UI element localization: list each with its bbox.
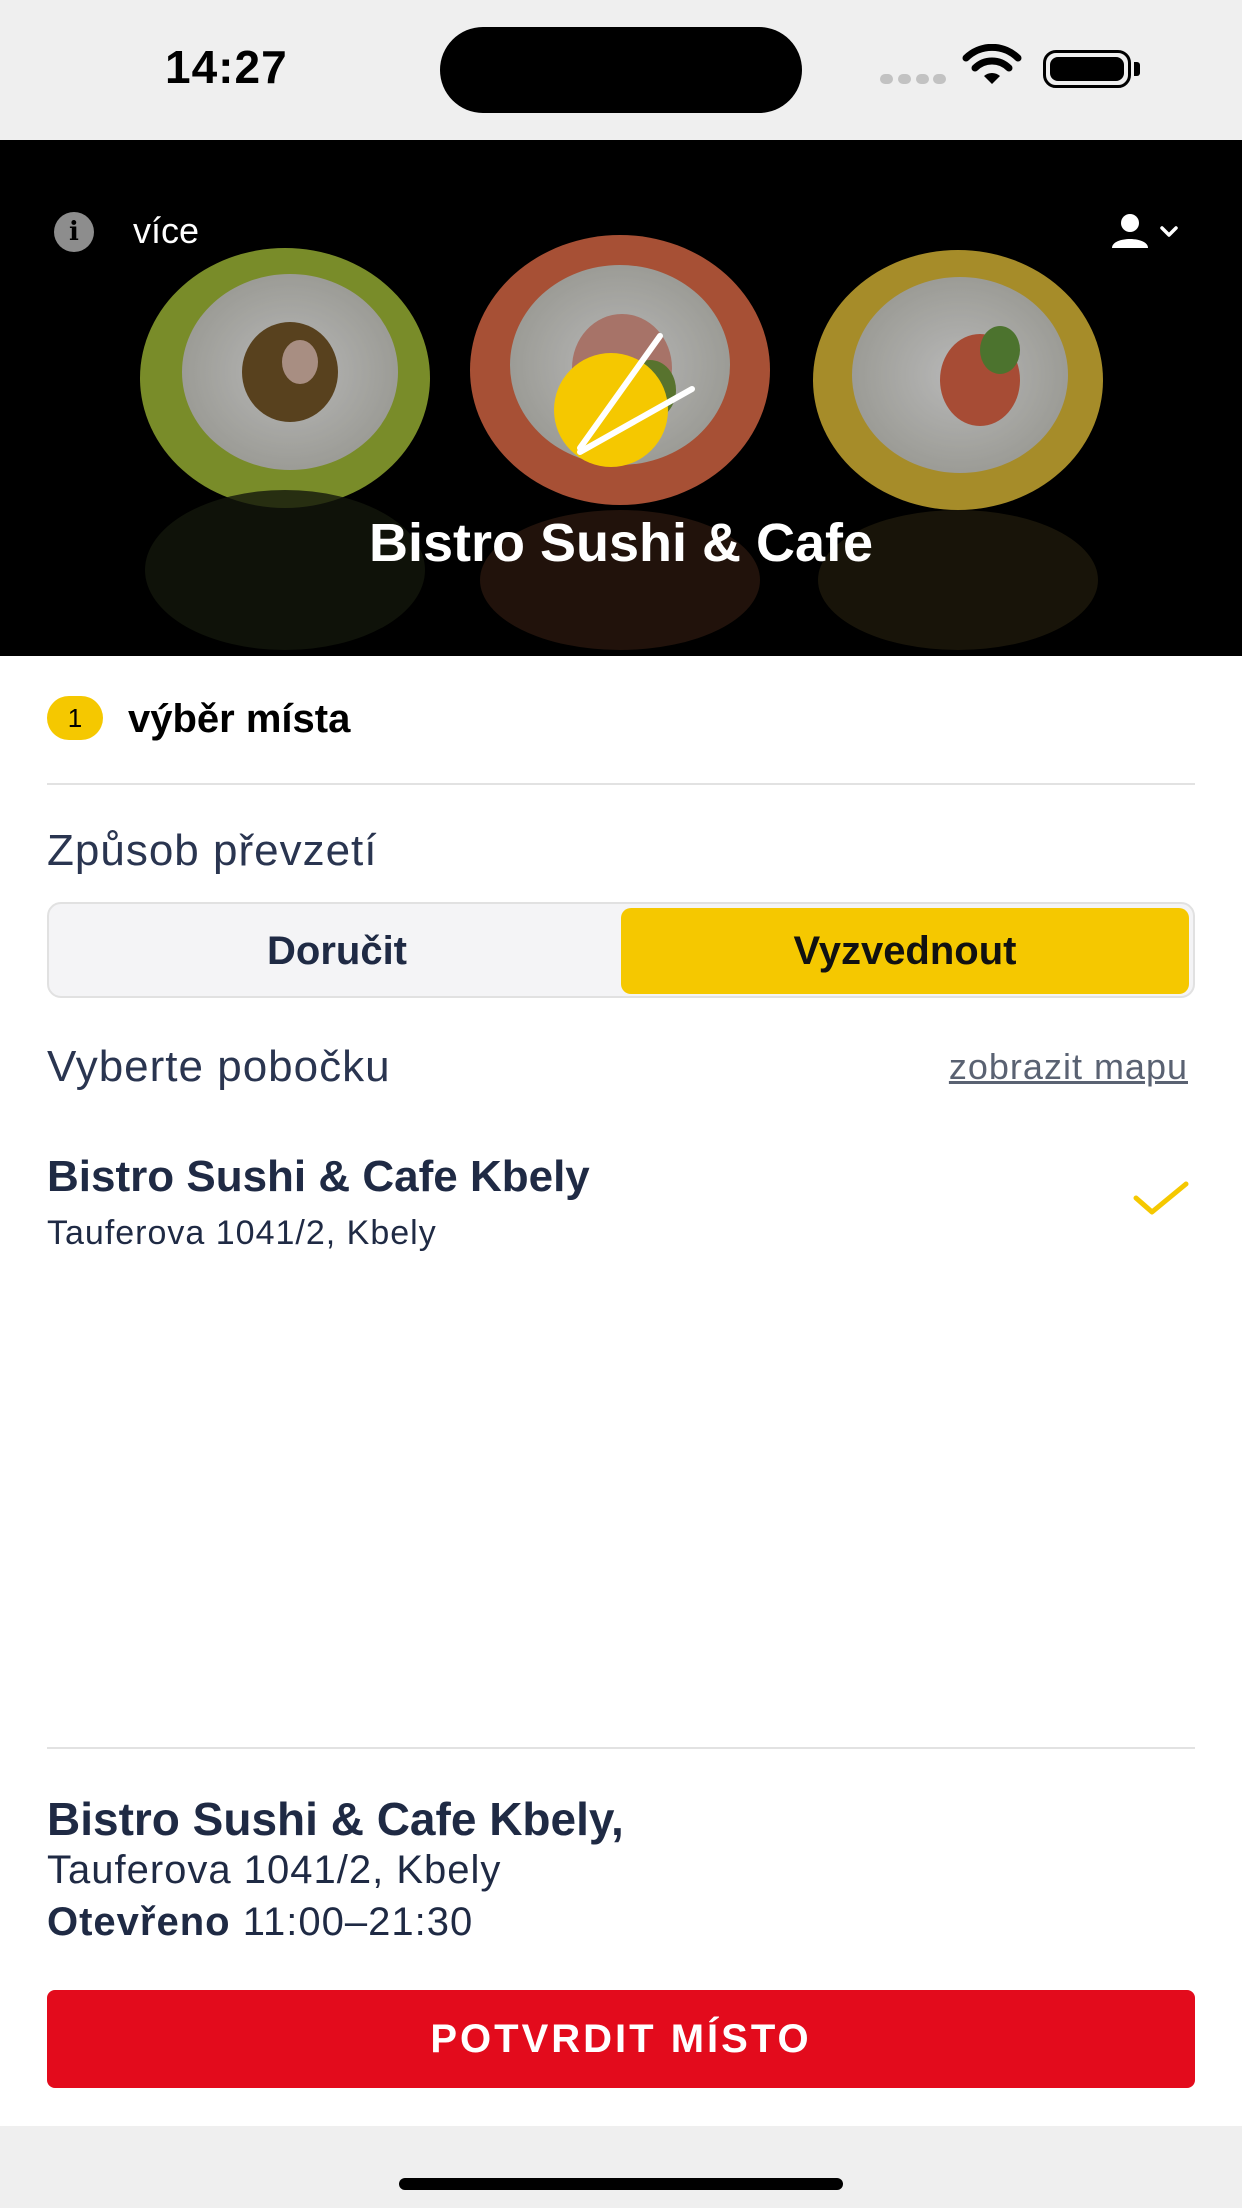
user-menu-button[interactable] <box>1110 210 1186 254</box>
info-icon[interactable]: i <box>54 212 94 252</box>
hero-header: i více Bistro Sushi & Cafe <box>0 140 1242 656</box>
show-map-link[interactable]: zobrazit mapu <box>949 1046 1188 1088</box>
status-time: 14:27 <box>165 41 288 93</box>
pickup-option-button[interactable]: Vyzvednout <box>621 908 1189 994</box>
selected-branch-name: Bistro Sushi & Cafe Kbely, <box>47 1793 624 1845</box>
delivery-option-button[interactable]: Doručit <box>53 908 621 994</box>
home-indicator[interactable] <box>399 2178 843 2190</box>
more-link[interactable]: více <box>133 210 199 252</box>
divider <box>47 1747 1195 1749</box>
dynamic-island <box>440 27 802 113</box>
opening-hours-label: Otevřeno <box>47 1900 231 1944</box>
location-panel: 1 výběr místa Způsob převzetí Doručit Vy… <box>0 656 1242 2126</box>
chevron-down-icon <box>1160 226 1178 237</box>
chopsticks-logo-icon <box>554 333 695 467</box>
battery-icon <box>1043 50 1131 88</box>
divider <box>47 783 1195 785</box>
confirm-location-button[interactable]: POTVRDIT MÍSTO <box>47 1990 1195 2088</box>
branch-name: Bistro Sushi & Cafe Kbely <box>47 1152 590 1201</box>
branch-section-label: Vyberte pobočku <box>47 1042 391 1091</box>
wifi-icon <box>962 44 1022 84</box>
step-label: výběr místa <box>128 697 351 741</box>
battery-cap <box>1134 62 1140 76</box>
pickup-method-label: Způsob převzetí <box>47 826 378 875</box>
pickup-method-toggle: Doručit Vyzvednout <box>47 902 1195 998</box>
branch-address: Tauferova 1041/2, Kbely <box>47 1214 437 1252</box>
restaurant-title: Bistro Sushi & Cafe <box>368 513 874 573</box>
selected-branch-address: Tauferova 1041/2, Kbely <box>47 1848 502 1892</box>
cellular-signal-icon <box>880 74 946 84</box>
checkmark-icon <box>1133 1181 1189 1215</box>
hero-toolbar: i více <box>0 200 1242 256</box>
step-number-badge: 1 <box>47 696 103 740</box>
status-bar: 14:27 <box>0 0 1242 140</box>
user-icon <box>1112 214 1148 248</box>
opening-hours: Otevřeno 11:00–21:30 <box>47 1900 473 1945</box>
opening-hours-value: 11:00–21:30 <box>242 1900 474 1944</box>
